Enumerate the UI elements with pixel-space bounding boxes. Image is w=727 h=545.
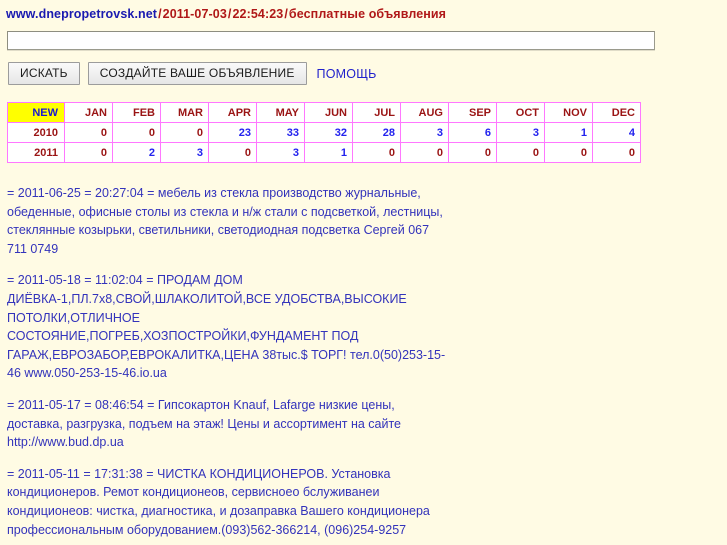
cell-2010-feb[interactable]: 0	[112, 122, 161, 143]
table-header-month-sep[interactable]: SEP	[448, 102, 497, 123]
table-row: 2011 0 2 3 0 3 1 0 0 0 0 0 0	[7, 142, 641, 163]
cell-2010-sep[interactable]: 6	[448, 122, 497, 143]
table-row: 2010 0 0 0 23 33 32 28 3 6 3 1 4	[7, 122, 641, 143]
cell-2010-jun[interactable]: 32	[304, 122, 353, 143]
table-header-month-nov[interactable]: NOV	[544, 102, 593, 123]
table-header-row: NEW JAN FEB MAR APR MAY JUN JUL AUG SEP …	[7, 102, 641, 123]
cell-2010-dec[interactable]: 4	[592, 122, 641, 143]
monthly-stats-table: NEW JAN FEB MAR APR MAY JUN JUL AUG SEP …	[7, 102, 641, 163]
cell-2010-aug[interactable]: 3	[400, 122, 449, 143]
list-item[interactable]: = 2011-05-17 = 08:46:54 = Гипсокартон Kn…	[7, 396, 452, 452]
site-header: www.dnepropetrovsk.net/2011-07-03/22:54:…	[0, 0, 727, 21]
row-year-2010[interactable]: 2010	[7, 122, 65, 143]
table-header-month-apr[interactable]: APR	[208, 102, 257, 123]
search-input[interactable]	[7, 31, 655, 50]
cell-2010-jan[interactable]: 0	[64, 122, 113, 143]
cell-2010-nov[interactable]: 1	[544, 122, 593, 143]
table-header-month-mar[interactable]: MAR	[160, 102, 209, 123]
list-item[interactable]: = 2011-05-11 = 17:31:38 = ЧИСТКА КОНДИЦИ…	[7, 465, 452, 539]
cell-2011-mar[interactable]: 3	[160, 142, 209, 163]
table-header-new[interactable]: NEW	[7, 102, 65, 123]
search-button[interactable]: ИСКАТЬ	[8, 62, 80, 85]
header-time: 22:54:23	[232, 7, 284, 21]
table-header-month-dec[interactable]: DEC	[592, 102, 641, 123]
header-tagline: бесплатные объявления	[288, 7, 447, 21]
cell-2011-may[interactable]: 3	[256, 142, 305, 163]
cell-2011-jan[interactable]: 0	[64, 142, 113, 163]
stats-table-body: 2010 0 0 0 23 33 32 28 3 6 3 1 4 2011 0	[7, 122, 641, 163]
cell-2010-jul[interactable]: 28	[352, 122, 401, 143]
table-header-month-aug[interactable]: AUG	[400, 102, 449, 123]
cell-2010-may[interactable]: 33	[256, 122, 305, 143]
cell-2010-mar[interactable]: 0	[160, 122, 209, 143]
cell-2011-nov[interactable]: 0	[544, 142, 593, 163]
list-item[interactable]: = 2011-06-25 = 20:27:04 = мебель из стек…	[7, 184, 452, 258]
table-header-month-jul[interactable]: JUL	[352, 102, 401, 123]
cell-2011-apr[interactable]: 0	[208, 142, 257, 163]
cell-2011-oct[interactable]: 0	[496, 142, 545, 163]
site-domain[interactable]: www.dnepropetrovsk.net	[6, 7, 157, 21]
cell-2011-dec[interactable]: 0	[592, 142, 641, 163]
cell-2011-feb[interactable]: 2	[112, 142, 161, 163]
header-date: 2011-07-03	[162, 7, 227, 21]
listings-container: = 2011-06-25 = 20:27:04 = мебель из стек…	[0, 163, 727, 539]
table-header-month-may[interactable]: MAY	[256, 102, 305, 123]
table-header-month-jun[interactable]: JUN	[304, 102, 353, 123]
stats-table-wrap: NEW JAN FEB MAR APR MAY JUN JUL AUG SEP …	[0, 85, 727, 163]
toolbar: ИСКАТЬ СОЗДАЙТЕ ВАШЕ ОБЪЯВЛЕНИЕ ПОМОЩЬ	[0, 50, 727, 85]
help-link[interactable]: ПОМОЩЬ	[317, 67, 377, 81]
cell-2011-jun[interactable]: 1	[304, 142, 353, 163]
page-root: www.dnepropetrovsk.net/2011-07-03/22:54:…	[0, 0, 727, 545]
list-item[interactable]: = 2011-05-18 = 11:02:04 = ПРОДАМ ДОМ ДИЁ…	[7, 271, 452, 383]
cell-2011-sep[interactable]: 0	[448, 142, 497, 163]
row-year-2011[interactable]: 2011	[7, 142, 65, 163]
table-header-month-feb[interactable]: FEB	[112, 102, 161, 123]
cell-2010-oct[interactable]: 3	[496, 122, 545, 143]
cell-2010-apr[interactable]: 23	[208, 122, 257, 143]
table-header-month-jan[interactable]: JAN	[64, 102, 113, 123]
cell-2011-aug[interactable]: 0	[400, 142, 449, 163]
create-ad-button[interactable]: СОЗДАЙТЕ ВАШЕ ОБЪЯВЛЕНИЕ	[87, 62, 307, 85]
cell-2011-jul[interactable]: 0	[352, 142, 401, 163]
table-header-month-oct[interactable]: OCT	[496, 102, 545, 123]
search-row	[0, 21, 727, 50]
